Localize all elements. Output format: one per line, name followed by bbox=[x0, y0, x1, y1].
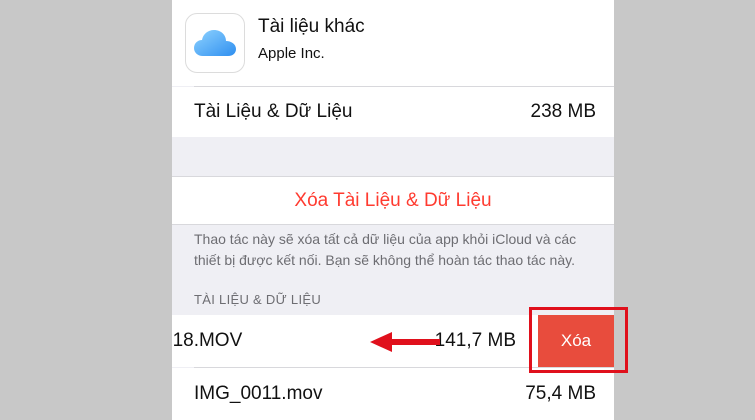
delete-all-row[interactable]: Xóa Tài Liệu & Dữ Liệu bbox=[172, 176, 614, 225]
app-name: Tài liệu khác bbox=[258, 16, 365, 37]
app-header: Tài liệu khác Apple Inc. bbox=[172, 0, 614, 87]
file-size: 75,4 MB bbox=[525, 383, 596, 404]
file-row[interactable]: IMG_0011.mov 75,4 MB bbox=[172, 368, 614, 420]
app-vendor: Apple Inc. bbox=[258, 45, 325, 62]
footer-note: Thao tác này sẽ xóa tất cả dữ liệu của a… bbox=[194, 229, 604, 271]
file-size: 141,7 MB bbox=[434, 330, 516, 351]
left-arrow-icon bbox=[370, 332, 440, 352]
delete-all-button[interactable]: Xóa Tài Liệu & Dữ Liệu bbox=[172, 190, 614, 212]
icloud-icon bbox=[185, 13, 245, 73]
storage-value: 238 MB bbox=[530, 101, 596, 122]
footer-line-2: thiết bị được kết nối. Bạn sẽ không thể … bbox=[194, 252, 575, 268]
storage-row: Tài Liệu & Dữ Liệu 238 MB bbox=[172, 87, 614, 137]
footer-line-1: Thao tác này sẽ xóa tất cả dữ liệu của a… bbox=[194, 231, 577, 247]
file-name: IMG_0011.mov bbox=[194, 383, 323, 404]
section-header: TÀI LIỆU & DỮ LIỆU bbox=[194, 292, 322, 307]
annotation-highlight bbox=[529, 307, 628, 373]
file-name: 518.MOV bbox=[172, 330, 243, 351]
storage-label: Tài Liệu & Dữ Liệu bbox=[194, 101, 353, 122]
